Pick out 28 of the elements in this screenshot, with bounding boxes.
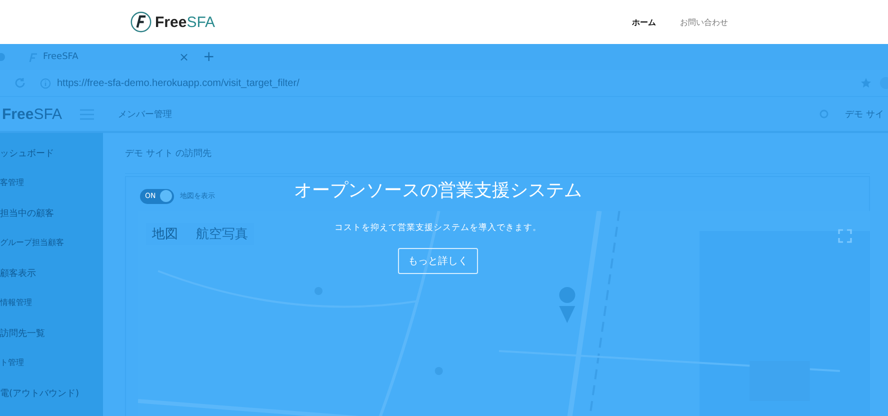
sidebar-item[interactable]: 担当中の顧客 bbox=[0, 207, 103, 237]
sidebar-item[interactable]: 客管理 bbox=[0, 177, 103, 207]
new-tab-button[interactable]: + bbox=[203, 49, 215, 65]
sidebar-item[interactable]: グループ担当顧客 bbox=[0, 237, 103, 267]
hero-subtitle: コストを抑えて営業支援システムを導入できます。 bbox=[334, 222, 542, 234]
nav-link[interactable]: お問い合わせ bbox=[680, 16, 728, 28]
tab-close-button[interactable]: × bbox=[178, 50, 189, 64]
logo-icon bbox=[130, 11, 152, 33]
logo-text[interactable]: FreeSFA bbox=[155, 14, 216, 30]
hero-title: オープンソースの営業支援システム bbox=[294, 179, 582, 202]
map-type-tab[interactable]: 地図 bbox=[152, 225, 178, 243]
sidebar-item[interactable]: 顧客表示 bbox=[0, 267, 103, 297]
sidebar-item[interactable]: ッシュボード bbox=[0, 147, 103, 177]
fullscreen-icon[interactable] bbox=[838, 229, 852, 243]
tab-title: FreeSFA bbox=[43, 52, 80, 62]
sidebar-item[interactable]: 訪問先一覧 bbox=[0, 327, 103, 357]
browser-tab[interactable]: FreeSFA × bbox=[13, 50, 197, 64]
header-link[interactable]: メンバー管理 bbox=[118, 108, 172, 120]
app-logo-text[interactable]: FreeSFA bbox=[2, 106, 64, 122]
user-name[interactable]: デモ サイ bbox=[845, 108, 884, 120]
more-button[interactable]: もっと詳しく bbox=[398, 248, 478, 274]
sidebar-item[interactable]: 電(アウトバウンド) bbox=[0, 387, 103, 416]
sidebar-item[interactable]: ト管理 bbox=[0, 357, 103, 387]
page-title: デモ サイト の訪問先 bbox=[125, 133, 870, 174]
map-type-tab[interactable]: 航空写真 bbox=[196, 225, 248, 243]
address-bar[interactable]: https://free-sfa-demo.herokuapp.com/visit_target_filter/ bbox=[34, 76, 852, 90]
nav-link[interactable]: ホーム bbox=[632, 16, 656, 28]
sidebar-item[interactable]: 情報管理 bbox=[0, 297, 103, 327]
